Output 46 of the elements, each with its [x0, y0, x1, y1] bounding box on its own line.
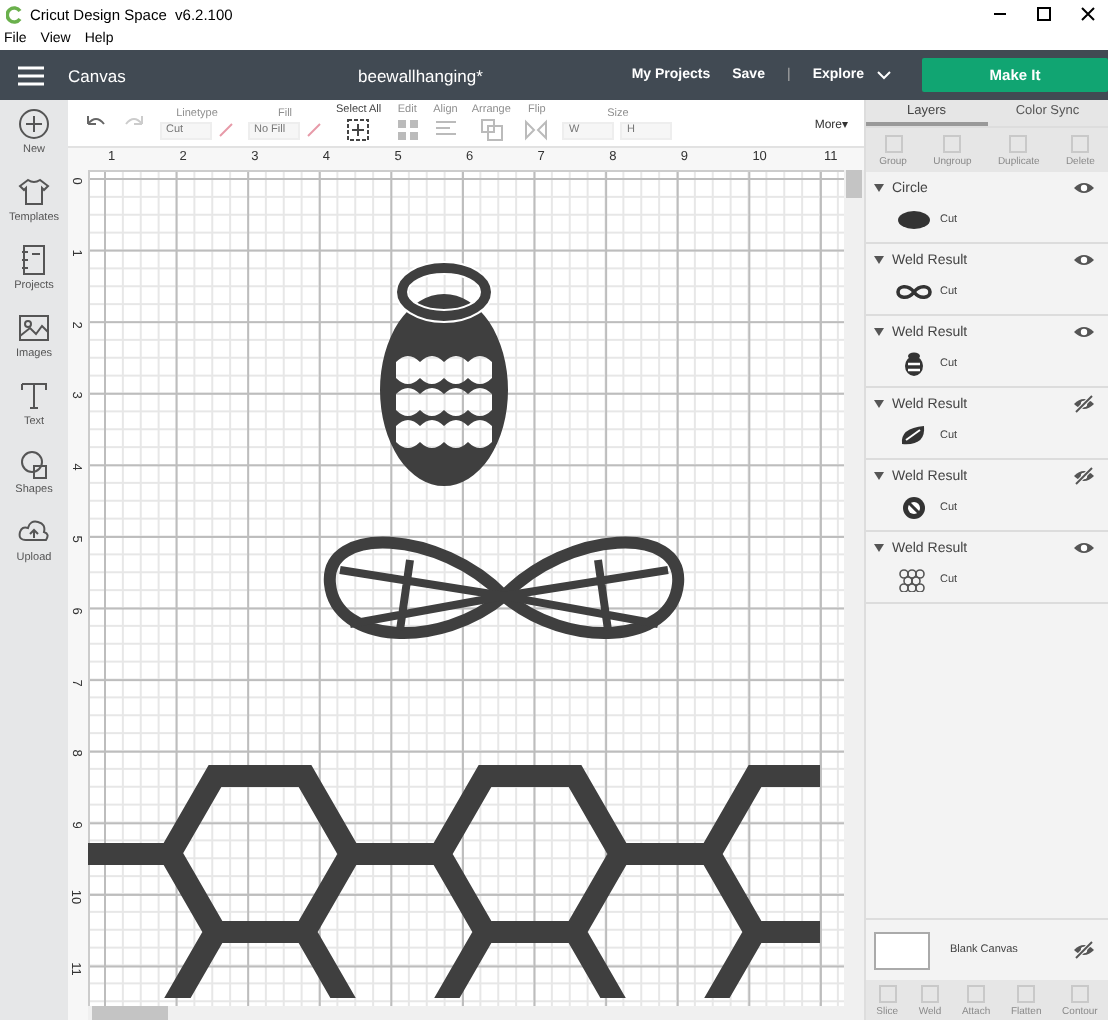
- wings-thumbnail-icon: [896, 280, 932, 304]
- text-icon: [18, 380, 50, 412]
- section-title: Canvas: [68, 65, 126, 85]
- collapse-arrow-icon[interactable]: [874, 400, 884, 408]
- collapse-arrow-icon[interactable]: [874, 328, 884, 336]
- notebook-icon: [18, 244, 50, 276]
- color-swatch-icon[interactable]: [218, 122, 234, 138]
- square-icon: [1069, 983, 1090, 1003]
- eye-icon[interactable]: [1072, 178, 1096, 198]
- collapse-arrow-icon[interactable]: [874, 472, 884, 480]
- eye-icon[interactable]: [1072, 538, 1096, 558]
- square-icon: [966, 983, 987, 1003]
- square-icon: [1008, 133, 1029, 153]
- ellipse-thumbnail-icon: [896, 208, 932, 232]
- app-logo-icon: [6, 5, 24, 23]
- square-icon: [919, 983, 940, 1003]
- hidden-eye-icon[interactable]: [1072, 466, 1096, 486]
- collapse-arrow-icon[interactable]: [874, 544, 884, 552]
- collapse-arrow-icon[interactable]: [874, 256, 884, 264]
- square-icon: [942, 133, 963, 153]
- square-icon: [1016, 983, 1037, 1003]
- image-icon: [17, 312, 50, 344]
- eye-icon[interactable]: [1072, 322, 1096, 342]
- color-swatch-icon[interactable]: [306, 122, 322, 138]
- chevron-icon: [876, 70, 892, 80]
- square-icon: [1070, 133, 1091, 153]
- canvas-swatch[interactable]: [874, 931, 930, 969]
- eye-icon[interactable]: [1072, 250, 1096, 270]
- close-icon[interactable]: [1080, 6, 1096, 22]
- select-all-icon[interactable]: [346, 118, 371, 142]
- square-icon: [877, 983, 898, 1003]
- scrollbar-thumb[interactable]: [846, 170, 862, 198]
- honeycomb-shape[interactable]: [88, 765, 820, 998]
- shirt-icon: [17, 176, 50, 208]
- hidden-eye-icon[interactable]: [1072, 394, 1096, 414]
- wings-shape[interactable]: [324, 536, 684, 639]
- project-name: beewallhanging*: [358, 65, 483, 85]
- menu-icon[interactable]: [18, 65, 44, 85]
- hidden-eye-icon[interactable]: [1072, 940, 1096, 960]
- square-icon: [883, 133, 904, 153]
- shapes-icon: [18, 448, 50, 480]
- bee-body-shape[interactable]: [380, 261, 508, 486]
- scrollbar-thumb[interactable]: [92, 1006, 168, 1020]
- maximize-icon[interactable]: [1036, 6, 1052, 22]
- collapse-arrow-icon[interactable]: [874, 184, 884, 192]
- plus-icon: [18, 108, 50, 140]
